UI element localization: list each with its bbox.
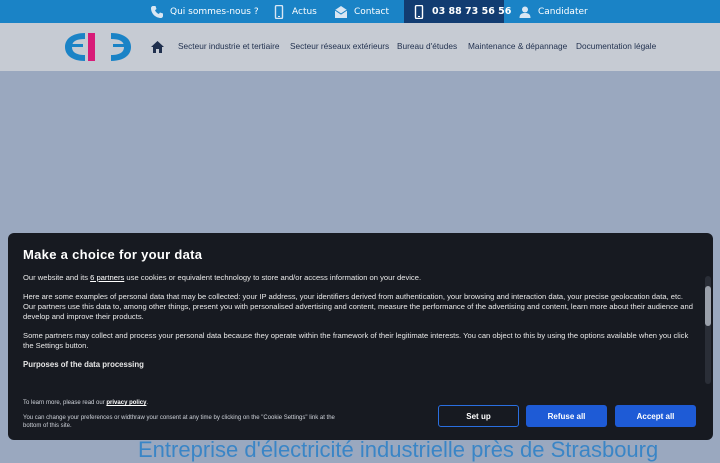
- refuse-all-button[interactable]: Refuse all: [526, 405, 607, 427]
- about-label: Qui sommes-nous ?: [170, 6, 259, 17]
- consent-text: Our website and its: [23, 273, 91, 282]
- apply-label: Candidater: [538, 6, 588, 17]
- home-icon[interactable]: [150, 39, 165, 53]
- consent-text: To learn more, please read our: [23, 400, 107, 406]
- cookie-consent-dialog: Make a choice for your data Our website …: [8, 233, 713, 440]
- news-link[interactable]: Actus: [272, 0, 317, 23]
- nav-item-industry[interactable]: Secteur industrie et tertiaire: [178, 41, 279, 51]
- mobile-phone-icon: [412, 4, 426, 19]
- privacy-policy-link[interactable]: privacy policy: [106, 400, 146, 406]
- consent-text: .: [146, 400, 149, 406]
- nav-item-maintenance[interactable]: Maintenance & dépannage: [468, 41, 567, 51]
- contact-link[interactable]: Contact: [334, 0, 389, 23]
- company-logo[interactable]: [63, 29, 133, 65]
- consent-paragraph: Some partners may collect and process yo…: [23, 331, 689, 350]
- phone-handset-icon: [150, 5, 164, 19]
- user-icon: [518, 5, 532, 19]
- news-label: Actus: [292, 6, 317, 17]
- hero-headline: Entreprise d'électricité industrielle pr…: [138, 437, 659, 462]
- consent-paragraph: Our partners use this data to, among oth…: [23, 302, 693, 321]
- purposes-heading[interactable]: Purposes of the data processing: [23, 360, 693, 370]
- phone-number: 03 88 73 56 56: [432, 6, 512, 17]
- partners-link[interactable]: 6 partners: [90, 273, 124, 282]
- envelope-icon: [334, 5, 348, 19]
- consent-text: use cookies or equivalent technology to …: [124, 273, 422, 282]
- accept-all-button[interactable]: Accept all: [615, 405, 696, 427]
- setup-button[interactable]: Set up: [438, 405, 519, 427]
- nav-item-design-office[interactable]: Bureau d'études: [397, 41, 457, 51]
- nav-item-networks[interactable]: Secteur réseaux extérieurs: [290, 41, 389, 51]
- mobile-phone-icon: [272, 4, 286, 19]
- contact-label: Contact: [354, 6, 390, 17]
- consent-scrollbar[interactable]: [705, 276, 711, 384]
- consent-footer: To learn more, please read our privacy p…: [23, 399, 343, 437]
- consent-paragraph: Our website and its 6 partners use cooki…: [23, 273, 693, 283]
- top-bar: Qui sommes-nous ? Actus Contact 03 88 73…: [0, 0, 720, 23]
- main-nav: Secteur industrie et tertiaire Secteur r…: [0, 23, 720, 71]
- nav-item-legal-docs[interactable]: Documentation légale: [576, 41, 656, 51]
- consent-paragraph: Here are some examples of personal data …: [23, 292, 684, 301]
- about-link[interactable]: Qui sommes-nous ?: [150, 0, 259, 23]
- scrollbar-thumb[interactable]: [705, 286, 711, 326]
- privacy-note: To learn more, please read our privacy p…: [23, 399, 343, 407]
- apply-link[interactable]: Candidater: [518, 0, 588, 23]
- phone-number-link[interactable]: 03 88 73 56 56: [404, 0, 511, 23]
- consent-title: Make a choice for your data: [23, 247, 203, 262]
- consent-body: Our website and its 6 partners use cooki…: [23, 273, 693, 385]
- preferences-note: You can change your preferences or width…: [23, 415, 335, 429]
